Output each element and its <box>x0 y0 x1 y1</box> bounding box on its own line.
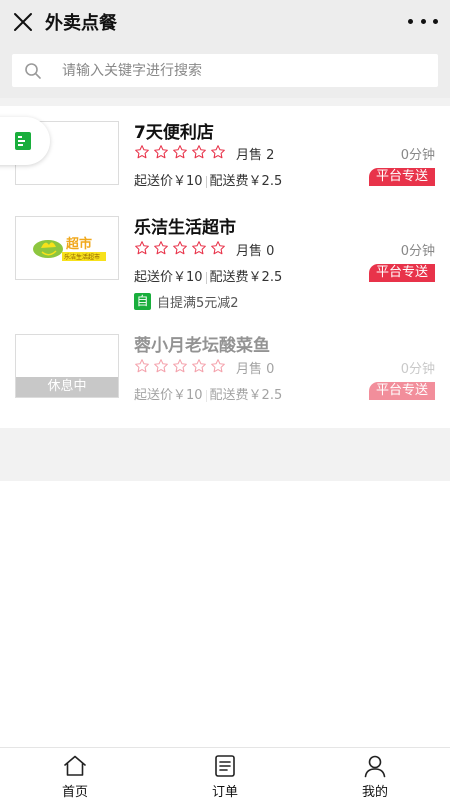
list-footer-space <box>0 416 450 428</box>
platform-delivery-badge: 平台专送 <box>368 168 435 186</box>
store-item-2[interactable]: 超市 乐洁生活超市 乐洁生活超市 月售 0 0分钟 起送价￥10 配送费￥2.5 … <box>0 204 450 322</box>
tab-home[interactable]: 首页 <box>0 748 150 800</box>
search-box[interactable] <box>12 54 438 87</box>
store-name: 蓉小月老坛酸菜鱼 <box>134 336 270 356</box>
monthly-sales: 月售 2 <box>236 148 275 163</box>
store-thumbnail: 休息中 <box>15 334 119 398</box>
profile-icon <box>364 755 386 778</box>
bottom-tab-bar: 首页 订单 我的 <box>0 747 450 800</box>
tab-orders[interactable]: 订单 <box>150 748 300 800</box>
min-order-price: 起送价￥10 <box>134 270 203 285</box>
monthly-sales: 月售 0 <box>236 362 275 377</box>
pickup-tag: 自 <box>134 293 151 310</box>
star-icon <box>211 359 225 373</box>
floating-menu-button[interactable] <box>0 117 50 165</box>
delivery-time: 0分钟 <box>400 244 435 259</box>
star-icon <box>211 241 225 255</box>
store-list: 7天便利店 月售 2 0分钟 起送价￥10 配送费￥2.5 平台专送 超市 乐洁生… <box>0 106 450 416</box>
min-order-price: 起送价￥10 <box>134 174 203 189</box>
star-icon <box>192 145 206 159</box>
tab-label: 订单 <box>211 785 238 800</box>
delivery-fee: 配送费￥2.5 <box>209 174 283 189</box>
store-name: 乐洁生活超市 <box>134 218 236 238</box>
order-icon <box>215 755 235 777</box>
star-icon <box>173 145 187 159</box>
divider-band <box>0 428 450 481</box>
store-item-1[interactable]: 7天便利店 月售 2 0分钟 起送价￥10 配送费￥2.5 平台专送 <box>0 106 450 210</box>
search-input[interactable] <box>62 54 422 87</box>
store-fees: 起送价￥10 配送费￥2.5 <box>134 266 282 285</box>
delivery-time: 0分钟 <box>400 148 435 163</box>
platform-delivery-badge: 平台专送 <box>368 382 435 400</box>
star-icon <box>173 241 187 255</box>
home-icon <box>64 755 86 776</box>
store-item-3[interactable]: 休息中 蓉小月老坛酸菜鱼 月售 0 0分钟 起送价￥10 配送费￥2.5 平台专送 <box>0 322 450 416</box>
tab-label: 我的 <box>361 785 388 800</box>
star-icon <box>154 241 168 255</box>
close-icon[interactable] <box>12 11 34 33</box>
rating-stars <box>134 358 226 374</box>
star-icon <box>192 241 206 255</box>
tab-profile[interactable]: 我的 <box>300 748 450 800</box>
rating-stars <box>134 240 226 256</box>
delivery-fee: 配送费￥2.5 <box>209 270 283 285</box>
svg-text:乐洁生活超市: 乐洁生活超市 <box>64 253 100 261</box>
min-order-price: 起送价￥10 <box>134 388 203 403</box>
svg-text:超市: 超市 <box>66 236 92 252</box>
supermarket-logo: 超市 乐洁生活超市 <box>33 236 106 261</box>
tab-label: 首页 <box>61 785 88 800</box>
star-icon <box>135 145 149 159</box>
store-name: 7天便利店 <box>134 123 214 143</box>
store-fees: 起送价￥10 配送费￥2.5 <box>134 170 282 189</box>
search-icon <box>24 62 42 80</box>
star-icon <box>135 241 149 255</box>
page-title: 外卖点餐 <box>45 13 117 34</box>
star-icon <box>154 359 168 373</box>
star-icon <box>211 145 225 159</box>
star-icon <box>135 359 149 373</box>
divider <box>0 98 450 106</box>
top-bar: 外卖点餐 <box>0 0 450 44</box>
star-icon <box>154 145 168 159</box>
list-document-icon <box>15 132 31 150</box>
more-dots-icon[interactable] <box>408 10 438 32</box>
rating-stars <box>134 144 226 160</box>
promo-row: 自 自提满5元减2 <box>134 292 239 311</box>
monthly-sales: 月售 0 <box>236 244 275 259</box>
delivery-time: 0分钟 <box>400 362 435 377</box>
platform-delivery-badge: 平台专送 <box>368 264 435 282</box>
store-fees: 起送价￥10 配送费￥2.5 <box>134 384 282 403</box>
star-icon <box>173 359 187 373</box>
store-thumbnail: 超市 乐洁生活超市 <box>15 216 119 280</box>
promo-text: 自提满5元减2 <box>157 296 239 311</box>
star-icon <box>192 359 206 373</box>
resting-label: 休息中 <box>16 377 118 397</box>
delivery-fee: 配送费￥2.5 <box>209 388 283 403</box>
search-area <box>0 44 450 98</box>
